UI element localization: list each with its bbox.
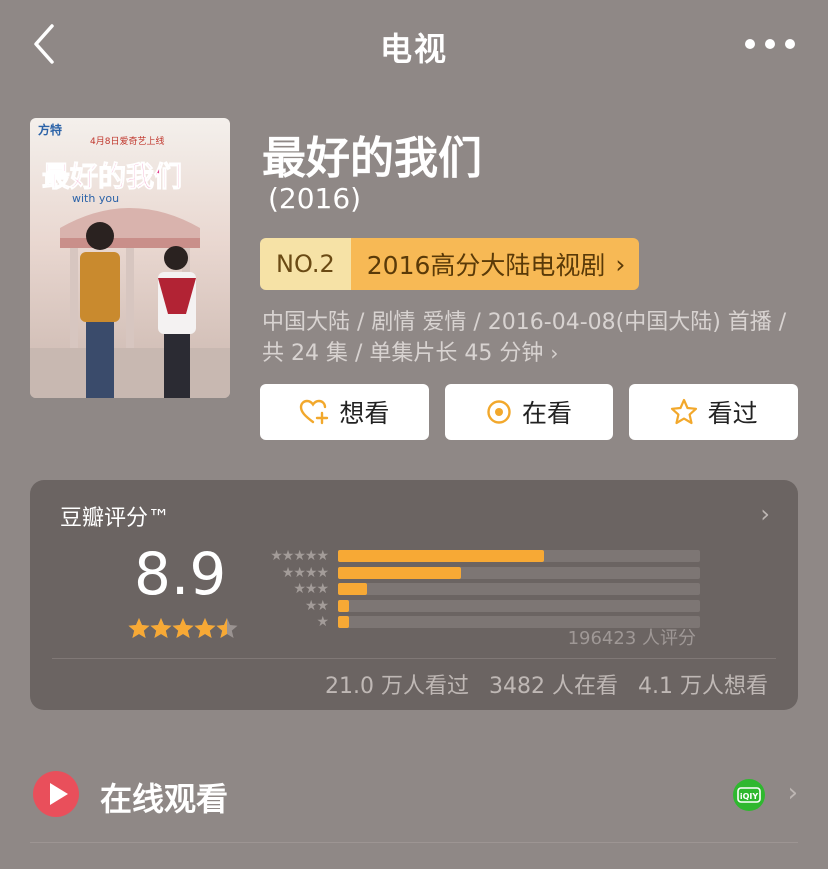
target-icon [487,400,511,424]
bar-stars-icon: ★ [316,614,329,631]
poster-logo: 方特 [38,122,62,137]
chevron-right-icon[interactable]: › [760,500,770,528]
rank-label: 2016高分大陆电视剧 [366,251,606,280]
bar-track [338,599,700,612]
poster-title-art: 最好的我们 [42,160,182,193]
chevron-right-icon[interactable]: › [788,778,798,808]
want-to-watch-button[interactable]: 想看 [260,384,429,440]
watch-stats: 21.0 万人看过 3482 人在看 4.1 万人想看 [325,668,768,700]
bar-track [338,550,700,563]
poster-image[interactable]: 方特 4月8日爱奇艺上线 最好的我们 with you [30,118,230,398]
want-to-watch-label: 想看 [339,399,390,428]
star-icon [216,618,238,638]
more-dots-icon [745,39,795,49]
chevron-right-icon: › [550,341,559,365]
chevron-right-icon: › [615,249,626,279]
watched-count[interactable]: 21.0 万人看过 [325,668,469,700]
page-title: 电视 [379,30,448,68]
rating-label: 豆瓣评分™ [60,506,171,531]
star-outline-icon [670,398,697,425]
bar-fill [338,616,349,629]
wish-count[interactable]: 4.1 万人想看 [638,668,768,700]
rating-count: 196423 人评分 [567,628,696,649]
show-meta[interactable]: 中国大陆 / 剧情 爱情 / 2016-04-08(中国大陆) 首播 / 共 2… [262,308,802,369]
online-watch-label: 在线观看 [100,780,229,818]
rating-bar-row: ★★★ [256,581,700,598]
bar-fill [338,599,349,612]
meta-text: 中国大陆 / 剧情 爱情 / 2016-04-08(中国大陆) 首播 / 共 2… [262,310,787,366]
show-year: (2016) [268,182,362,215]
star-icon [128,618,150,638]
bar-fill [338,550,545,563]
bar-stars-icon: ★★★★ [281,564,329,581]
play-icon [33,771,79,817]
rating-bar-row: ★★★★ [256,565,700,582]
bar-stars-icon: ★★★★★ [270,548,329,565]
nav-bar: 电视 [0,0,828,88]
rating-card[interactable]: 豆瓣评分™ › 8.9 ★★★★★ ★★★★ ★★★ ★★ ★ 196423 人评分 2… [30,480,798,710]
rank-number: NO.2 [260,238,351,290]
watched-button[interactable]: 看过 [629,384,799,440]
watched-label: 看过 [707,399,758,428]
rating-bar-row: ★★★★★ [256,548,700,565]
action-buttons: 想看 在看 看过 [260,384,799,440]
rank-label-wrap: 2016高分大陆电视剧 › [350,238,640,290]
rating-bar-row: ★★ [256,598,700,615]
show-title: 最好的我们 [262,133,482,184]
rating-score: 8.9 [134,540,227,608]
rating-stars [128,618,238,638]
watching-count[interactable]: 3482 人在看 [489,668,618,700]
rating-distribution: ★★★★★ ★★★★ ★★★ ★★ ★ [256,548,700,631]
iqiyi-icon[interactable]: iQIY [732,778,766,812]
rank-badge[interactable]: NO.2 2016高分大陆电视剧 › [260,238,640,290]
bar-track [338,583,700,596]
poster-date-line: 4月8日爱奇艺上线 [90,135,164,147]
bar-stars-icon: ★★ [304,597,329,614]
heart-plus-icon [300,399,329,425]
iqiyi-text: iQIY [740,792,759,801]
bar-fill [338,583,367,596]
online-watch-row[interactable]: 在线观看 iQIY › [0,756,828,832]
bar-fill [338,566,462,579]
watching-button[interactable]: 在看 [444,384,614,440]
poster-subtitle-art: with you [72,192,119,205]
star-icon [172,618,194,638]
watching-label: 在看 [522,399,573,428]
star-icon [150,618,172,638]
bar-stars-icon: ★★★ [293,581,329,598]
more-button[interactable] [742,30,798,58]
star-icon [194,618,216,638]
divider [52,658,776,659]
bar-track [338,566,700,579]
divider [30,842,798,843]
